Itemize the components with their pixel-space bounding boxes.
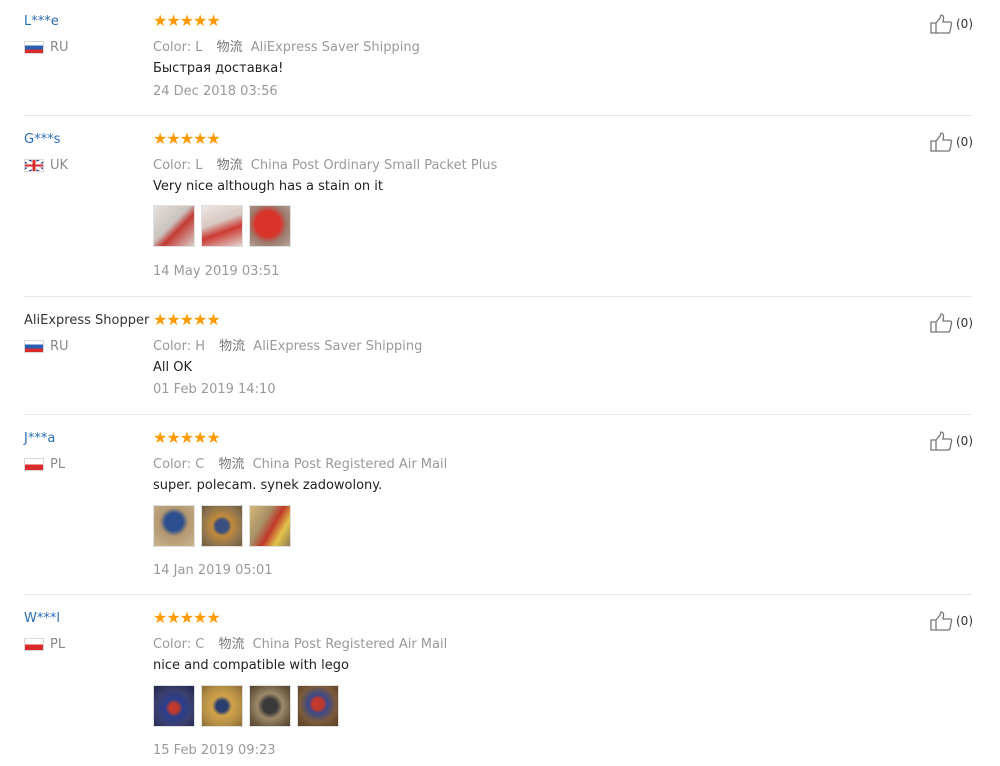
rating-stars: ★★★★★ bbox=[153, 129, 221, 148]
review-photo[interactable] bbox=[249, 505, 291, 547]
rating-stars: ★★★★★ bbox=[153, 608, 221, 627]
reviewer-name[interactable]: W***l bbox=[24, 611, 60, 626]
thumbs-up-icon bbox=[930, 313, 953, 333]
review-photos bbox=[153, 685, 345, 727]
helpful-count: (0) bbox=[956, 135, 973, 149]
helpful-button[interactable]: (0) bbox=[930, 611, 973, 631]
thumbs-up-icon bbox=[930, 14, 953, 34]
reviewer-name[interactable]: J***a bbox=[24, 431, 55, 446]
shipping-label: 物流 bbox=[218, 457, 245, 472]
shipping-method: China Post Ordinary Small Packet Plus bbox=[250, 158, 498, 173]
order-info: Color: L 物流 China Post Ordinary Small Pa… bbox=[153, 154, 497, 173]
reviewer-name[interactable]: G***s bbox=[24, 132, 60, 147]
shipping-label: 物流 bbox=[216, 158, 243, 173]
review-date: 15 Feb 2019 09:23 bbox=[153, 743, 276, 758]
color-option: Color: L bbox=[153, 40, 203, 55]
shipping-label: 物流 bbox=[219, 339, 246, 354]
shipping-method: China Post Registered Air Mail bbox=[252, 637, 448, 652]
color-option: Color: C bbox=[153, 457, 205, 472]
order-info: Color: C 物流 China Post Registered Air Ma… bbox=[153, 453, 447, 472]
color-option: Color: H bbox=[153, 339, 205, 354]
reviewer-name[interactable]: L***e bbox=[24, 14, 59, 29]
review-photo[interactable] bbox=[249, 685, 291, 727]
shipping-method: AliExpress Saver Shipping bbox=[253, 339, 423, 354]
flag-ru-icon bbox=[24, 340, 44, 353]
review-text: All OK bbox=[153, 360, 193, 375]
helpful-button[interactable]: (0) bbox=[930, 313, 973, 333]
rating-stars: ★★★★★ bbox=[153, 11, 221, 30]
review-photo[interactable] bbox=[249, 205, 291, 247]
helpful-button[interactable]: (0) bbox=[930, 14, 973, 34]
flag-ru-icon bbox=[24, 41, 44, 54]
country-code: UK bbox=[50, 158, 69, 173]
shipping-label: 物流 bbox=[218, 637, 245, 652]
flag-pl-icon bbox=[24, 638, 44, 651]
review-photo[interactable] bbox=[153, 685, 195, 727]
reviewer-country: PL bbox=[24, 637, 65, 652]
country-code: RU bbox=[50, 339, 69, 354]
rating-stars: ★★★★★ bbox=[153, 428, 221, 447]
rating-stars: ★★★★★ bbox=[153, 310, 221, 329]
review-photo[interactable] bbox=[201, 205, 243, 247]
review-date: 24 Dec 2018 03:56 bbox=[153, 84, 278, 99]
color-option: Color: L bbox=[153, 158, 203, 173]
review-text: nice and compatible with lego bbox=[153, 658, 349, 673]
thumbs-up-icon bbox=[930, 132, 953, 152]
divider bbox=[24, 115, 972, 116]
review-text: super. polecam. synek zadowolony. bbox=[153, 478, 383, 493]
thumbs-up-icon bbox=[930, 431, 953, 451]
review-date: 01 Feb 2019 14:10 bbox=[153, 382, 276, 397]
shipping-method: AliExpress Saver Shipping bbox=[250, 40, 420, 55]
reviewer-country: UK bbox=[24, 158, 68, 173]
helpful-button[interactable]: (0) bbox=[930, 132, 973, 152]
country-code: RU bbox=[50, 40, 69, 55]
review-photo[interactable] bbox=[201, 685, 243, 727]
divider bbox=[24, 594, 972, 595]
review-photo[interactable] bbox=[153, 205, 195, 247]
helpful-count: (0) bbox=[956, 17, 973, 31]
reviewer-country: RU bbox=[24, 339, 69, 354]
review-photo[interactable] bbox=[201, 505, 243, 547]
order-info: Color: C 物流 China Post Registered Air Ma… bbox=[153, 633, 447, 652]
shipping-method: China Post Registered Air Mail bbox=[252, 457, 448, 472]
helpful-button[interactable]: (0) bbox=[930, 431, 973, 451]
color-option: Color: C bbox=[153, 637, 205, 652]
country-code: PL bbox=[50, 637, 66, 652]
divider bbox=[24, 414, 972, 415]
reviewer-country: RU bbox=[24, 40, 69, 55]
order-info: Color: L 物流 AliExpress Saver Shipping bbox=[153, 36, 420, 55]
reviewer-name: AliExpress Shopper bbox=[24, 313, 150, 328]
review-photos bbox=[153, 505, 297, 547]
order-info: Color: H 物流 AliExpress Saver Shipping bbox=[153, 335, 422, 354]
country-code: PL bbox=[50, 457, 66, 472]
review-date: 14 Jan 2019 05:01 bbox=[153, 563, 273, 578]
divider bbox=[24, 296, 972, 297]
review-date: 14 May 2019 03:51 bbox=[153, 264, 280, 279]
shipping-label: 物流 bbox=[216, 40, 243, 55]
review-text: Быстрая доставка! bbox=[153, 61, 284, 76]
review-text: Very nice although has a stain on it bbox=[153, 179, 383, 194]
thumbs-up-icon bbox=[930, 611, 953, 631]
helpful-count: (0) bbox=[956, 316, 973, 330]
helpful-count: (0) bbox=[956, 434, 973, 448]
review-photo[interactable] bbox=[297, 685, 339, 727]
review-photos bbox=[153, 205, 297, 247]
flag-pl-icon bbox=[24, 458, 44, 471]
review-photo[interactable] bbox=[153, 505, 195, 547]
reviewer-country: PL bbox=[24, 457, 65, 472]
helpful-count: (0) bbox=[956, 614, 973, 628]
flag-uk-icon bbox=[24, 159, 44, 172]
